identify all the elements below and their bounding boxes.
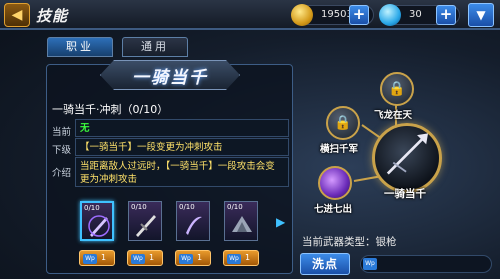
slot-count: 0/10 xyxy=(84,204,100,212)
lock-icon: 🔒 xyxy=(388,81,406,97)
current-value-box: 无 xyxy=(75,119,289,137)
wp-icon: Wp xyxy=(131,254,145,264)
wp-icon: Wp xyxy=(83,254,97,264)
upgrade-button[interactable]: Wp 1 xyxy=(175,250,211,266)
weapon-type: 当前武器类型：银枪 xyxy=(302,236,397,248)
slot-count: 0/10 xyxy=(227,203,243,211)
diamond-icon xyxy=(379,4,401,26)
sword-skill-icon xyxy=(136,215,156,237)
next-label: 下级 xyxy=(52,145,72,156)
buy-gold-button[interactable]: + xyxy=(349,5,369,25)
buy-diamond-button[interactable]: + xyxy=(436,5,456,25)
upgrade-cost: 1 xyxy=(101,253,107,262)
skill-node-sweep[interactable]: 🔒 xyxy=(326,106,360,140)
slot-count: 0/10 xyxy=(179,203,195,211)
wp-icon: Wp xyxy=(363,258,377,270)
current-value: 无 xyxy=(80,123,90,134)
skill-slot[interactable]: 0/10 xyxy=(128,201,162,241)
skill-node-label: 一骑当千 xyxy=(384,188,426,200)
skill-point-bar: Wp xyxy=(360,255,492,273)
back-button[interactable]: ◀ xyxy=(4,3,30,27)
upgrade-button[interactable]: Wp 1 xyxy=(79,250,115,266)
sword-skill-icon xyxy=(232,216,252,232)
page-title: 技能 xyxy=(36,7,69,25)
next-value: 【一骑当千】一段变更为冲刺攻击 xyxy=(80,142,223,153)
skill-node-label: 横扫千军 xyxy=(320,144,359,155)
wp-icon: Wp xyxy=(227,254,241,264)
upgrade-cost: 1 xyxy=(245,253,251,262)
tab-common[interactable]: 通用 xyxy=(122,37,188,57)
slot-count: 0/10 xyxy=(131,203,147,211)
skill-node-label: 飞龙在天 xyxy=(374,110,413,121)
skill-slot[interactable]: 0/10 xyxy=(224,201,258,241)
desc-value-box: 当距离敌人过远时，【一骑当千】一段攻击会变更为冲刺攻击 xyxy=(75,157,289,187)
desc-value: 当距离敌人过远时，【一骑当千】一段攻击会变更为冲刺攻击 xyxy=(80,161,275,185)
top-bar: ◀ 技能 19503 + 30 + ▼ xyxy=(0,0,500,30)
upgrade-button[interactable]: Wp 1 xyxy=(127,250,163,266)
skill-slot[interactable]: 0/10 xyxy=(80,201,114,241)
lock-icon: 🔒 xyxy=(334,115,352,131)
sword-skill-icon xyxy=(186,216,202,235)
diamond-value: 30 xyxy=(409,9,422,20)
skill-banner-title: 一骑当千 xyxy=(132,68,208,88)
upgrade-cost: 1 xyxy=(149,253,155,262)
reset-points-button[interactable]: 洗点 xyxy=(300,253,350,275)
skill-node-label: 七进七出 xyxy=(314,204,353,215)
back-arrow-icon: ◀ xyxy=(11,7,23,23)
skill-node-flying-dragon[interactable]: 🔒 xyxy=(380,72,414,106)
upgrade-cost: 1 xyxy=(197,253,203,262)
skill-slot[interactable]: 0/10 xyxy=(176,201,210,241)
skill-node-seven[interactable] xyxy=(318,166,352,200)
sword-skill-icon xyxy=(88,215,110,237)
coin-icon xyxy=(291,4,313,26)
skill-node-main[interactable] xyxy=(372,123,442,193)
tab-profession[interactable]: 职业 xyxy=(47,37,113,57)
desc-label: 介绍 xyxy=(52,168,72,179)
skill-name: 一骑当千·冲刺（0/10） xyxy=(52,103,169,116)
chevron-down-icon: ▼ xyxy=(476,8,486,22)
spear-icon xyxy=(386,133,429,175)
current-label: 当前 xyxy=(52,127,72,138)
next-value-box: 【一骑当千】一段变更为冲刺攻击 xyxy=(75,138,289,156)
dropdown-button[interactable]: ▼ xyxy=(468,3,494,27)
upgrade-button[interactable]: Wp 1 xyxy=(223,250,259,266)
wp-icon: Wp xyxy=(179,254,193,264)
scroll-right-icon[interactable]: ▶ xyxy=(276,215,286,229)
